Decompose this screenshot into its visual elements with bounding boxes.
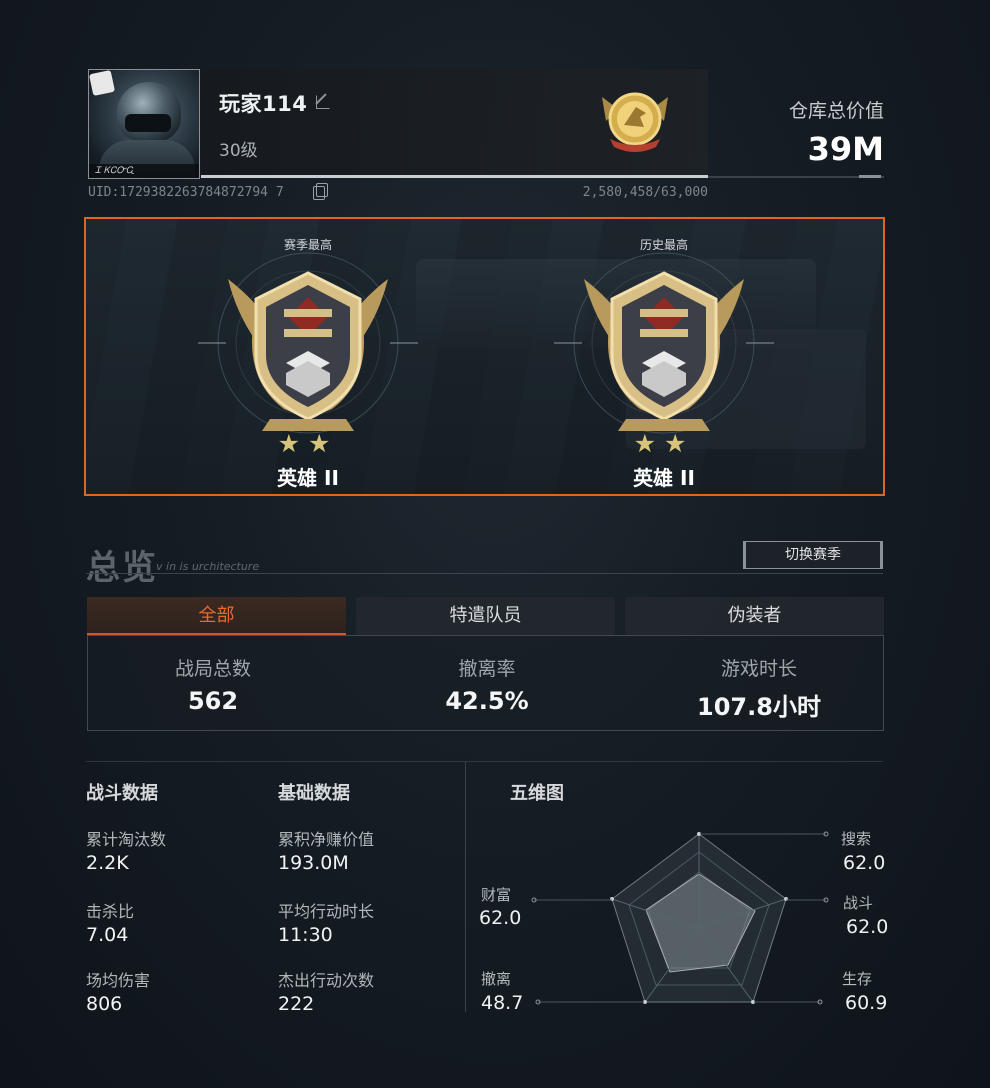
player-avatar[interactable]: Ꮖ ᏦᏟᏅᏩ (88, 69, 200, 179)
season-best-rank: 赛季最高 ★★ 英雄 II (158, 219, 458, 494)
season-best-title: 英雄 II (277, 466, 339, 490)
stat-avg-damage: 场均伤害 806 (86, 967, 150, 1015)
overview-divider (86, 573, 883, 574)
summary-extract-rate-label: 撤离率 (458, 658, 516, 680)
stat-kd-ratio: 击杀比 7.04 (86, 898, 134, 946)
stat-outstanding-ops: 杰出行动次数 222 (278, 967, 374, 1015)
player-name: 玩家114 (219, 92, 308, 116)
switch-season-button[interactable]: 切换赛季 (743, 541, 883, 569)
stat-value: 193.0M (278, 852, 349, 874)
player-level: 30级 (219, 141, 258, 161)
stat-avg-duration: 平均行动时长 11:30 (278, 898, 374, 946)
stat-value: 7.04 (86, 924, 129, 946)
exp-progress-fill (201, 175, 708, 178)
summary-extract-rate: 撤离率 42.5% (362, 654, 612, 715)
avatar-visor (125, 114, 171, 132)
avatar-caption: Ꮖ ᏦᏟᏅᏩ (89, 164, 199, 178)
history-best-rank: 历史最高 ★★ 英雄 II (514, 219, 814, 494)
summary-playtime-value: 107.8小时 (697, 693, 821, 721)
exp-value: 2,580,458/63,000 (582, 185, 708, 200)
radar-label-search: 搜索 (841, 830, 872, 848)
radar-label-wealth: 财富 (481, 886, 512, 904)
stat-label: 累积净赚价值 (278, 830, 375, 849)
summary-playtime-label: 游戏时长 (720, 658, 797, 680)
avatar-badge-icon (89, 70, 116, 97)
stat-value: 2.2K (86, 852, 129, 874)
stats-vertical-divider (465, 762, 466, 1012)
stat-label: 场均伤害 (86, 971, 151, 990)
warehouse-label: 仓库总价值 (788, 100, 884, 122)
tab-operators[interactable]: 特遣队员 (356, 597, 615, 635)
basic-data-title: 基础数据 (278, 783, 350, 804)
stat-value: 11:30 (278, 924, 333, 946)
tab-all[interactable]: 全部 (87, 597, 346, 635)
warehouse-underline (859, 175, 881, 178)
radar-value-search: 62.0 (843, 852, 886, 874)
summary-playtime: 游戏时长 107.8小时 (634, 654, 884, 722)
hero-medal-icon (228, 271, 388, 431)
summary-box: 战局总数 562 撤离率 42.5% 游戏时长 107.8小时 (87, 635, 884, 731)
stat-label: 击杀比 (86, 902, 135, 921)
copy-uid-icon[interactable] (313, 183, 328, 200)
summary-matches-value: 562 (187, 687, 239, 715)
warehouse-value: 39M (807, 130, 884, 168)
stats-divider (86, 761, 883, 762)
avatar-helmet (117, 82, 181, 142)
stat-net-profit: 累积净赚价值 193.0M (278, 826, 374, 874)
player-uid: UID:1729382263784872794 7 (88, 185, 284, 200)
combat-data-title: 战斗数据 (86, 783, 158, 804)
tab-disguiser[interactable]: 伪装者 (625, 597, 884, 635)
stat-value: 806 (86, 993, 123, 1015)
radar-leader-lines (531, 831, 829, 1005)
radar-title: 五维图 (510, 783, 564, 804)
radar-value-extract: 48.7 (481, 992, 524, 1014)
stat-label: 杰出行动次数 (278, 971, 375, 990)
history-best-title: 英雄 II (633, 466, 695, 490)
radar-label-combat: 战斗 (843, 894, 874, 912)
radar-label-survival: 生存 (842, 970, 873, 988)
rank-emblem-icon (602, 92, 668, 152)
radar-value-combat: 62.0 (846, 916, 889, 938)
season-best-stars: ★★ (277, 429, 339, 458)
overview-subtitle: v in is urchitecture (156, 560, 260, 573)
stat-value: 222 (278, 993, 315, 1015)
stat-total-eliminations: 累计淘汰数 2.2K (86, 826, 166, 874)
radar-value-survival: 60.9 (845, 992, 888, 1014)
history-best-stars: ★★ (633, 429, 695, 458)
summary-extract-rate-value: 42.5% (445, 687, 529, 715)
summary-matches-label: 战局总数 (174, 658, 251, 680)
overview-title: 总览 (86, 548, 158, 588)
rank-panel[interactable]: 赛季最高 ★★ 英雄 II 历史最高 ★★ 英雄 II (84, 217, 885, 496)
summary-matches: 战局总数 562 (88, 654, 338, 715)
edit-name-icon[interactable] (316, 95, 330, 109)
stat-label: 平均行动时长 (278, 902, 375, 921)
radar-value-wealth: 62.0 (479, 907, 522, 929)
hero-medal-icon (584, 271, 744, 431)
stat-label: 累计淘汰数 (86, 830, 167, 849)
radar-label-extract: 撤离 (481, 970, 512, 988)
